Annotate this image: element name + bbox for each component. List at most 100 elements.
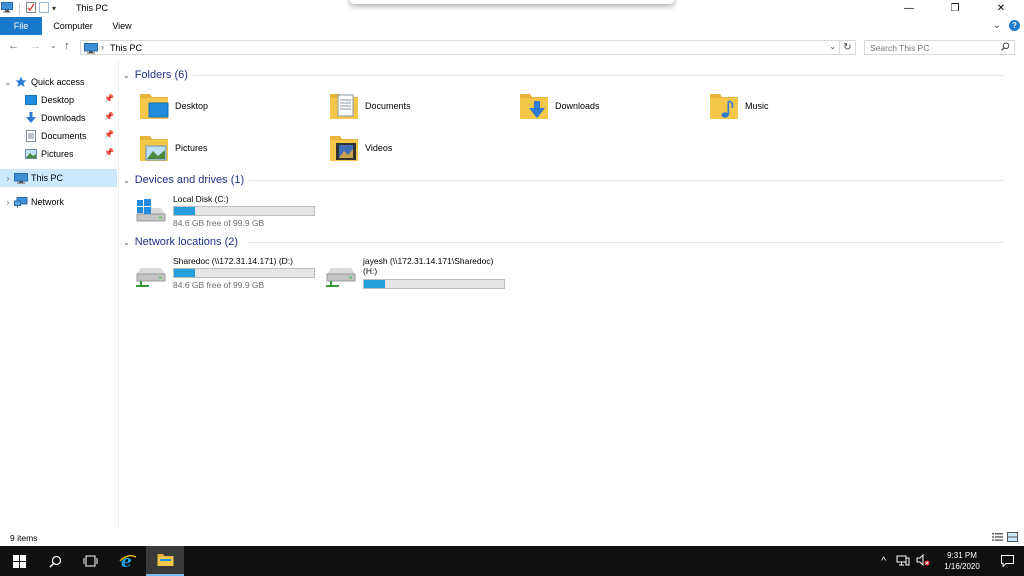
tab-view[interactable]: View [104, 17, 140, 35]
action-center-button[interactable] [990, 555, 1024, 567]
search-button[interactable] [36, 546, 74, 576]
customize-toolbar-icon[interactable]: ▾ [52, 4, 56, 13]
nav-item-network[interactable]: › Network [0, 193, 117, 211]
pin-icon[interactable]: 📌 [104, 148, 114, 157]
network-drive-jayesh-h[interactable]: jayesh (\\172.31.14.171\Sharedoc) (H:) [325, 256, 545, 294]
refresh-button[interactable]: ↻ [840, 40, 856, 55]
pictures-folder-icon [139, 131, 169, 165]
clock[interactable]: 9:31 PM 1/16/2020 [934, 550, 990, 572]
recent-locations-icon[interactable]: ⌄ [50, 41, 57, 50]
taskbar: e ^ 9:31 PM 1/16/2020 [0, 546, 1024, 576]
volume-muted-icon[interactable] [916, 553, 930, 568]
forward-arrow-icon[interactable]: → [30, 40, 41, 52]
close-button[interactable]: ✕ [978, 0, 1024, 17]
nav-item-quick-access[interactable]: ⌄ Quick access [0, 73, 117, 91]
videos-folder-icon [329, 131, 359, 165]
folder-music[interactable]: Music [709, 88, 769, 124]
restore-button[interactable]: ❐ [932, 0, 978, 17]
this-pc-icon [1, 2, 13, 15]
group-header-network[interactable]: ⌄ Network locations (2) [123, 234, 238, 250]
expand-ribbon-icon[interactable]: ⌄ [993, 20, 1001, 31]
group-collapse-icon[interactable]: ⌄ [123, 238, 130, 247]
new-folder-icon[interactable] [39, 2, 49, 15]
folder-label: Videos [365, 143, 393, 153]
ribbon-right-controls: ⌄ ? [993, 20, 1020, 31]
nav-item-downloads[interactable]: Downloads 📌 [0, 109, 117, 127]
search-input[interactable] [865, 41, 993, 54]
details-view-icon[interactable] [992, 532, 1003, 542]
file-explorer-icon [157, 554, 173, 566]
item-count: 9 items [10, 533, 38, 543]
group-collapse-icon[interactable]: ⌄ [123, 71, 130, 80]
tab-computer[interactable]: Computer [47, 17, 99, 35]
up-arrow-icon[interactable]: ↑ [64, 40, 70, 52]
notification-icon [1000, 555, 1014, 567]
minimize-button[interactable]: — [886, 0, 932, 17]
drive-local-disk-c[interactable]: Local Disk (C:) 84.6 GB free of 99.9 GB [135, 194, 335, 232]
network-icon [14, 196, 28, 208]
address-dropdown-icon[interactable]: ⌄ [829, 42, 836, 51]
start-button[interactable] [0, 546, 38, 576]
nav-label: Quick access [31, 77, 85, 87]
expanded-chevron-icon[interactable]: ⌄ [2, 78, 14, 87]
group-title: Folders (6) [134, 69, 188, 81]
properties-icon[interactable] [26, 2, 36, 15]
breadcrumb[interactable]: This PC [110, 43, 142, 53]
documents-icon [24, 130, 38, 142]
folder-label: Downloads [555, 101, 600, 111]
nav-item-documents[interactable]: Documents 📌 [0, 127, 117, 145]
drive-usage-fill [174, 207, 196, 215]
nav-item-desktop[interactable]: Desktop 📌 [0, 91, 117, 109]
star-icon [14, 76, 28, 88]
network-status-icon[interactable] [896, 555, 910, 568]
task-view-button[interactable] [71, 546, 109, 576]
group-divider [247, 242, 1003, 243]
folder-pictures[interactable]: Pictures [139, 130, 208, 166]
folder-label: Documents [365, 101, 411, 111]
group-title: Devices and drives (1) [134, 174, 245, 186]
ribbon: File Computer View ⌄ ? [0, 17, 1024, 35]
nav-item-pictures[interactable]: Pictures 📌 [0, 145, 117, 163]
toolbar-separator [19, 2, 20, 15]
network-drive-icon [135, 262, 169, 290]
pin-icon[interactable]: 📌 [104, 130, 114, 139]
folder-desktop[interactable]: Desktop [139, 88, 208, 124]
address-bar[interactable]: › This PC ⌄ [80, 40, 840, 55]
nav-item-this-pc[interactable]: › This PC [0, 169, 117, 187]
pin-icon[interactable]: 📌 [104, 94, 114, 103]
clock-date: 1/16/2020 [944, 562, 980, 571]
pin-icon[interactable]: 📌 [104, 112, 114, 121]
drive-free-space: 84.6 GB free of 99.9 GB [173, 218, 265, 228]
search-icon [49, 555, 61, 567]
nav-label: Desktop [41, 95, 75, 105]
show-hidden-icons-icon[interactable]: ^ [881, 556, 886, 567]
address-row: ← → ⌄ ↑ › This PC ⌄ ↻ [0, 36, 1024, 59]
network-drive-sharedoc-d[interactable]: Sharedoc (\\172.31.14.171) (D:) 84.6 GB … [135, 256, 335, 294]
help-icon[interactable]: ? [1009, 20, 1020, 31]
search-icon[interactable] [1001, 42, 1010, 53]
drive-letter: (H:) [363, 266, 378, 276]
group-header-folders[interactable]: ⌄ Folders (6) [123, 67, 188, 83]
collapsed-chevron-icon[interactable]: › [2, 198, 14, 207]
back-arrow-icon[interactable]: ← [8, 40, 19, 52]
downloads-folder-icon [519, 89, 549, 123]
collapsed-chevron-icon[interactable]: › [2, 174, 14, 183]
internet-explorer-button[interactable]: e [109, 546, 147, 576]
clock-time: 9:31 PM [947, 551, 977, 560]
view-toggle [992, 532, 1018, 542]
tiles-view-icon[interactable] [1007, 532, 1018, 542]
folder-downloads[interactable]: Downloads [519, 88, 600, 124]
network-drive-icon [325, 262, 359, 290]
nav-label: Documents [41, 131, 87, 141]
group-collapse-icon[interactable]: ⌄ [123, 176, 130, 185]
file-explorer-button[interactable] [146, 546, 184, 576]
download-arrow-icon [24, 112, 38, 124]
popup-shadow [350, 0, 674, 4]
group-header-devices[interactable]: ⌄ Devices and drives (1) [123, 172, 244, 188]
breadcrumb-chevron-icon[interactable]: › [101, 42, 104, 52]
folder-videos[interactable]: Videos [329, 130, 392, 166]
drive-usage-fill [174, 269, 196, 277]
tab-file[interactable]: File [0, 17, 42, 35]
drive-usage-bar [363, 279, 505, 289]
folder-documents[interactable]: Documents [329, 88, 411, 124]
